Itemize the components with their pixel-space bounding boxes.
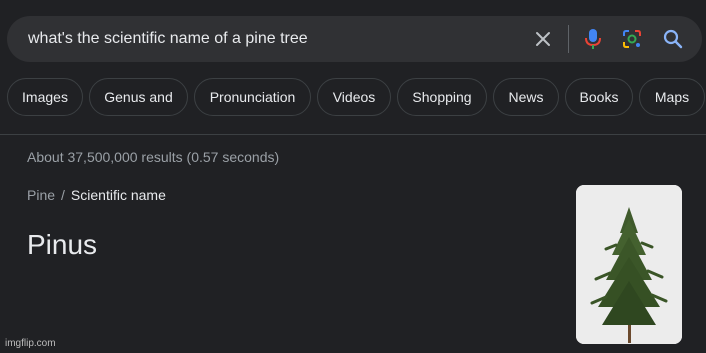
search-icon[interactable]	[661, 27, 685, 51]
breadcrumb: Pine / Scientific name	[27, 187, 166, 203]
chip-news[interactable]: News	[493, 78, 559, 116]
breadcrumb-parent[interactable]: Pine	[27, 187, 55, 203]
search-query-text[interactable]: what's the scientific name of a pine tre…	[28, 30, 308, 48]
featured-answer: Pinus	[27, 229, 98, 260]
header-divider	[0, 134, 706, 135]
watermark: imgflip.com	[5, 338, 56, 349]
chip-images[interactable]: Images	[7, 78, 83, 116]
chip-maps[interactable]: Maps	[639, 78, 705, 116]
camera-lens-icon[interactable]	[620, 27, 644, 51]
clear-icon[interactable]	[531, 27, 555, 51]
search-bar[interactable]: what's the scientific name of a pine tre…	[7, 16, 702, 62]
chip-books[interactable]: Books	[565, 78, 633, 116]
breadcrumb-separator: /	[61, 187, 65, 203]
chip-genus-and[interactable]: Genus and	[89, 78, 188, 116]
chip-shopping[interactable]: Shopping	[397, 78, 487, 116]
chip-pronunciation[interactable]: Pronunciation	[194, 78, 311, 116]
pine-tree-image[interactable]	[576, 185, 682, 344]
breadcrumb-current: Scientific name	[70, 187, 166, 203]
chip-videos[interactable]: Videos	[317, 78, 391, 116]
search-divider	[568, 25, 569, 53]
microphone-icon[interactable]	[581, 27, 605, 51]
result-stats: About 37,500,000 results (0.57 seconds)	[27, 149, 280, 165]
